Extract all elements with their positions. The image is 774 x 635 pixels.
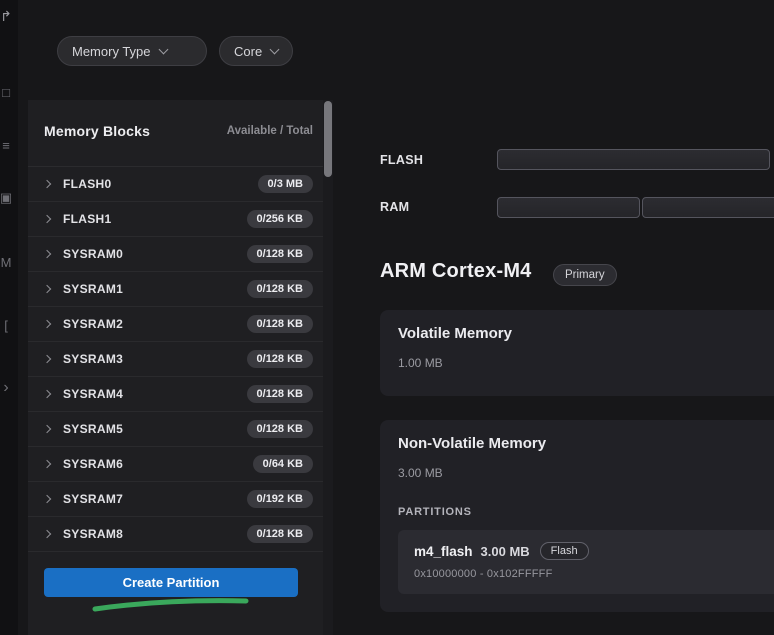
memory-block-name: FLASH0 bbox=[63, 177, 111, 191]
memory-type-filter-dropdown[interactable]: Memory Type bbox=[57, 36, 207, 66]
chevron-right-icon[interactable] bbox=[43, 390, 51, 398]
chevron-right-icon[interactable] bbox=[43, 460, 51, 468]
memory-block-name: SYSRAM0 bbox=[63, 247, 123, 261]
ram-usage-bar-segment-2 bbox=[642, 197, 774, 218]
memory-block-availability-badge: 0/128 KB bbox=[247, 245, 313, 263]
chevron-down-icon bbox=[270, 44, 280, 54]
flash-usage-bar bbox=[497, 149, 770, 170]
nonvolatile-memory-size: 3.00 MB bbox=[398, 466, 443, 480]
volatile-memory-title: Volatile Memory bbox=[398, 325, 512, 342]
grid-icon[interactable]: ▣ bbox=[0, 190, 16, 206]
create-partition-button[interactable]: Create Partition bbox=[44, 568, 298, 597]
memory-block-availability-badge: 0/128 KB bbox=[247, 280, 313, 298]
memory-block-name: SYSRAM3 bbox=[63, 352, 123, 366]
chevron-right-icon[interactable] bbox=[43, 180, 51, 188]
memory-block-availability-badge: 0/256 KB bbox=[247, 210, 313, 228]
bracket-icon[interactable]: [ bbox=[0, 318, 16, 334]
memory-block-availability-badge: 0/3 MB bbox=[258, 175, 313, 193]
left-icon-rail: ↱ □ ≡ ▣ M [ › bbox=[0, 0, 18, 635]
memory-block-availability-badge: 0/128 KB bbox=[247, 350, 313, 368]
memory-block-name: SYSRAM4 bbox=[63, 387, 123, 401]
chevron-right-icon[interactable] bbox=[43, 530, 51, 538]
chevron-right-icon[interactable] bbox=[43, 425, 51, 433]
memory-block-availability-badge: 0/128 KB bbox=[247, 315, 313, 333]
scrollbar-thumb[interactable] bbox=[324, 101, 332, 177]
memory-block-availability-badge: 0/128 KB bbox=[247, 385, 313, 403]
memory-block-availability-badge: 0/192 KB bbox=[247, 490, 313, 508]
memory-block-name: FLASH1 bbox=[63, 212, 111, 226]
partition-name: m4_flash bbox=[414, 544, 473, 559]
nonvolatile-memory-card: Non-Volatile Memory 3.00 MB PARTITIONS m… bbox=[380, 420, 774, 612]
letter-m-icon[interactable]: M bbox=[0, 255, 16, 271]
ram-usage-bar-segment-1 bbox=[497, 197, 640, 218]
partition-address-range: 0x10000000 - 0x102FFFFF bbox=[414, 568, 553, 580]
partition-item-m4-flash[interactable]: m4_flash 3.00 MB Flash 0x10000000 - 0x10… bbox=[398, 530, 774, 594]
core-filter-label: Core bbox=[234, 44, 262, 59]
chevron-right-icon[interactable] bbox=[43, 215, 51, 223]
memory-block-row-sysram0[interactable]: SYSRAM0 0/128 KB bbox=[28, 237, 325, 272]
primary-badge: Primary bbox=[553, 264, 617, 286]
memory-block-row-sysram4[interactable]: SYSRAM4 0/128 KB bbox=[28, 377, 325, 412]
core-title: ARM Cortex-M4 bbox=[380, 260, 532, 283]
memory-block-row-sysram5[interactable]: SYSRAM5 0/128 KB bbox=[28, 412, 325, 447]
partition-type-badge: Flash bbox=[540, 542, 589, 560]
memory-block-availability-badge: 0/128 KB bbox=[247, 420, 313, 438]
partitions-section-label: PARTITIONS bbox=[398, 506, 472, 518]
memory-configuration-screen: { "topbar": { "filters": [ { "label": "M… bbox=[0, 0, 774, 635]
memory-block-name: SYSRAM7 bbox=[63, 492, 123, 506]
core-filter-dropdown[interactable]: Core bbox=[219, 36, 293, 66]
memory-block-row-sysram7[interactable]: SYSRAM7 0/192 KB bbox=[28, 482, 325, 517]
available-total-label: Available / Total bbox=[227, 125, 313, 137]
memory-block-name: SYSRAM6 bbox=[63, 457, 123, 471]
chevron-right-icon[interactable] bbox=[43, 355, 51, 363]
memory-block-availability-badge: 0/128 KB bbox=[247, 525, 313, 543]
memory-block-name: SYSRAM2 bbox=[63, 317, 123, 331]
memory-block-row-flash1[interactable]: FLASH1 0/256 KB bbox=[28, 202, 325, 237]
memory-block-availability-badge: 0/64 KB bbox=[253, 455, 313, 473]
chevron-right-icon[interactable] bbox=[43, 285, 51, 293]
memory-block-name: SYSRAM1 bbox=[63, 282, 123, 296]
flash-usage-label: FLASH bbox=[380, 153, 423, 167]
memory-block-row-sysram8[interactable]: SYSRAM8 0/128 KB bbox=[28, 517, 325, 552]
memory-block-row-sysram2[interactable]: SYSRAM2 0/128 KB bbox=[28, 307, 325, 342]
memory-block-row-sysram6[interactable]: SYSRAM6 0/64 KB bbox=[28, 447, 325, 482]
memory-block-row-sysram3[interactable]: SYSRAM3 0/128 KB bbox=[28, 342, 325, 377]
memory-blocks-panel: Memory Blocks Available / Total FLASH0 0… bbox=[28, 100, 325, 635]
square-icon[interactable]: □ bbox=[0, 85, 16, 101]
partition-size: 3.00 MB bbox=[481, 544, 530, 559]
chevron-right-icon[interactable] bbox=[43, 495, 51, 503]
memory-block-name: SYSRAM5 bbox=[63, 422, 123, 436]
chevron-right-icon[interactable] bbox=[43, 320, 51, 328]
menu-icon[interactable]: ≡ bbox=[0, 138, 16, 154]
chevron-right-icon[interactable]: › bbox=[0, 380, 16, 396]
memory-blocks-title: Memory Blocks bbox=[44, 123, 150, 139]
chevron-right-icon[interactable] bbox=[43, 250, 51, 258]
vertical-scrollbar bbox=[323, 100, 333, 635]
memory-block-name: SYSRAM8 bbox=[63, 527, 123, 541]
chevron-down-icon bbox=[158, 44, 168, 54]
memory-type-filter-label: Memory Type bbox=[72, 44, 151, 59]
memory-block-list: FLASH0 0/3 MB FLASH1 0/256 KB SYSRAM0 0/… bbox=[28, 166, 325, 552]
ram-usage-label: RAM bbox=[380, 200, 409, 214]
volatile-memory-card: Volatile Memory 1.00 MB bbox=[380, 310, 774, 396]
primary-badge-label: Primary bbox=[565, 269, 605, 281]
memory-block-row-sysram1[interactable]: SYSRAM1 0/128 KB bbox=[28, 272, 325, 307]
volatile-memory-size: 1.00 MB bbox=[398, 356, 443, 370]
memory-block-row-flash0[interactable]: FLASH0 0/3 MB bbox=[28, 167, 325, 202]
nonvolatile-memory-title: Non-Volatile Memory bbox=[398, 435, 546, 452]
arrow-branch-icon[interactable]: ↱ bbox=[0, 8, 16, 24]
